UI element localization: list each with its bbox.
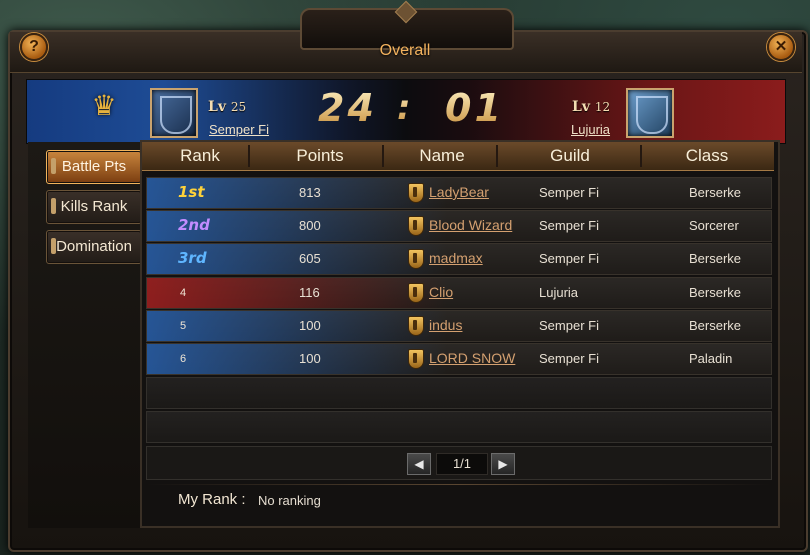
row-guild: Semper Fi [539,351,599,366]
row-class: Berserke [689,185,742,200]
guild-shield-icon [408,249,424,269]
row-guild: Semper Fi [539,185,599,200]
my-rank-value: No ranking [258,493,321,508]
right-team-name[interactable]: Lujuria [571,122,610,137]
page-indicator: 1/1 [436,453,488,475]
row-rank: 1st [178,183,205,201]
row-team-glow [147,278,447,308]
right-team-level: Lv 12 [572,99,610,115]
right-guild-emblem-icon [626,88,674,138]
row-name-link[interactable]: LadyBear [429,184,489,200]
level-number: 12 [594,100,611,114]
row-guild: Semper Fi [539,318,599,333]
tab-nub [51,198,56,214]
tab-label: Kills Rank [60,198,128,215]
row-points: 116 [299,285,320,300]
level-prefix: Lv [208,99,226,115]
row-points: 605 [299,251,321,266]
my-rank-label: My Rank : [178,491,246,508]
left-team-name[interactable]: Semper Fi [209,122,269,137]
row-rank: 2nd [178,216,210,234]
empty-table-row [146,411,772,443]
row-guild: Semper Fi [539,218,599,233]
row-rank: 5 [180,320,187,332]
row-team-glow [147,344,447,374]
row-name-link[interactable]: LORD SNOW [429,350,515,366]
tab-nub [51,158,56,174]
row-guild: Lujuria [539,285,579,300]
tab-battle-pts[interactable]: Battle Pts [46,150,142,184]
header-guild[interactable]: Guild [500,146,640,166]
tab-kills-rank[interactable]: Kills Rank [46,190,142,224]
header-rank[interactable]: Rank [160,146,240,166]
header-class[interactable]: Class [644,146,770,166]
score-separator: : [397,88,414,128]
table-row[interactable]: 2nd 800 Blood Wizard Semper Fi Sorcerer [146,210,772,242]
help-button[interactable]: ? [20,33,48,61]
level-prefix: Lv [572,99,590,115]
next-page-button[interactable]: ▶ [491,453,515,475]
guild-shield-icon [408,216,424,236]
empty-table-row [146,377,772,409]
tab-label: Domination [56,238,132,255]
row-name-link[interactable]: indus [429,317,462,333]
row-class: Berserke [689,251,742,266]
row-team-glow [147,311,447,341]
row-class: Sorcerer [689,218,739,233]
tab-label: Battle Pts [61,158,127,175]
row-guild: Semper Fi [539,251,599,266]
table-row[interactable]: 5 100 indus Semper Fi Berserke [146,310,772,342]
row-name-link[interactable]: madmax [429,250,483,266]
row-points: 813 [299,185,321,200]
left-team-level: Lv 25 [208,99,246,115]
left-guild-emblem-icon [150,88,198,138]
table-row[interactable]: 4 116 Clio Lujuria Berserke [146,277,772,309]
header-name[interactable]: Name [390,146,494,166]
guild-shield-icon [408,183,424,203]
row-class: Paladin [689,351,733,366]
row-rank: 3rd [178,249,207,267]
score-right: 01 [445,86,504,130]
table-row[interactable]: 3rd 605 madmax Semper Fi Berserke [146,243,772,275]
tab-nub [51,238,56,254]
emblem-mark [160,96,192,134]
row-name-link[interactable]: Blood Wizard [429,217,512,233]
header-points[interactable]: Points [260,146,380,166]
tab-domination[interactable]: Domination [46,230,142,264]
header-separator [496,145,498,167]
row-points: 800 [299,218,321,233]
prev-page-button[interactable]: ◀ [407,453,431,475]
header-separator [640,145,642,167]
row-rank: 4 [180,287,187,299]
header-separator [382,145,384,167]
score-left: 24 [318,86,377,130]
row-points: 100 [299,351,321,366]
footer-divider [146,484,770,485]
table-row[interactable]: 6 100 LORD SNOW Semper Fi Paladin [146,343,772,375]
crown-icon: ♛ [91,90,117,121]
emblem-mark [636,96,668,134]
row-name-link[interactable]: Clio [429,284,453,300]
level-number: 25 [230,100,247,114]
guild-shield-icon [408,283,424,303]
window-title: Overall [379,42,431,59]
row-points: 100 [299,318,321,333]
close-button[interactable]: ✕ [767,33,795,61]
row-class: Berserke [689,318,742,333]
row-class: Berserke [689,285,742,300]
guild-shield-icon [408,316,424,336]
header-separator [248,145,250,167]
guild-shield-icon [408,349,424,369]
table-row[interactable]: 1st 813 LadyBear Semper Fi Berserke [146,177,772,209]
row-rank: 6 [180,353,187,365]
